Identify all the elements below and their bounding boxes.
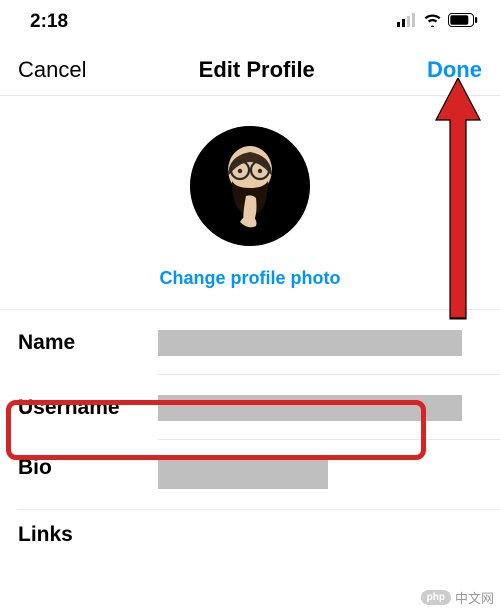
username-input[interactable]	[158, 395, 462, 421]
status-bar: 2:18	[0, 0, 500, 44]
username-label: Username	[18, 396, 158, 420]
name-label: Name	[18, 331, 158, 355]
avatar[interactable]	[190, 126, 310, 246]
watermark-badge: php	[421, 590, 451, 605]
field-row-username: Username	[0, 375, 500, 440]
wifi-icon	[423, 11, 442, 33]
name-input[interactable]	[158, 330, 462, 356]
change-photo-button[interactable]: Change profile photo	[160, 268, 341, 289]
cancel-button[interactable]: Cancel	[18, 57, 86, 83]
status-right	[397, 11, 478, 33]
watermark: php 中文网	[421, 588, 494, 607]
watermark-text: 中文网	[455, 588, 494, 607]
links-label: Links	[18, 523, 158, 547]
page-title: Edit Profile	[199, 57, 315, 83]
field-row-bio: Bio	[0, 440, 500, 510]
done-button[interactable]: Done	[427, 57, 482, 83]
battery-icon	[448, 11, 478, 33]
field-row-links[interactable]: Links	[0, 510, 500, 560]
bio-label: Bio	[18, 456, 158, 480]
nav-bar: Cancel Edit Profile Done	[0, 44, 500, 96]
cellular-signal-icon	[397, 11, 417, 33]
field-row-name: Name	[0, 310, 500, 375]
status-time: 2:18	[30, 11, 68, 33]
profile-photo-section: Change profile photo	[0, 96, 500, 310]
bio-input[interactable]	[158, 459, 328, 489]
